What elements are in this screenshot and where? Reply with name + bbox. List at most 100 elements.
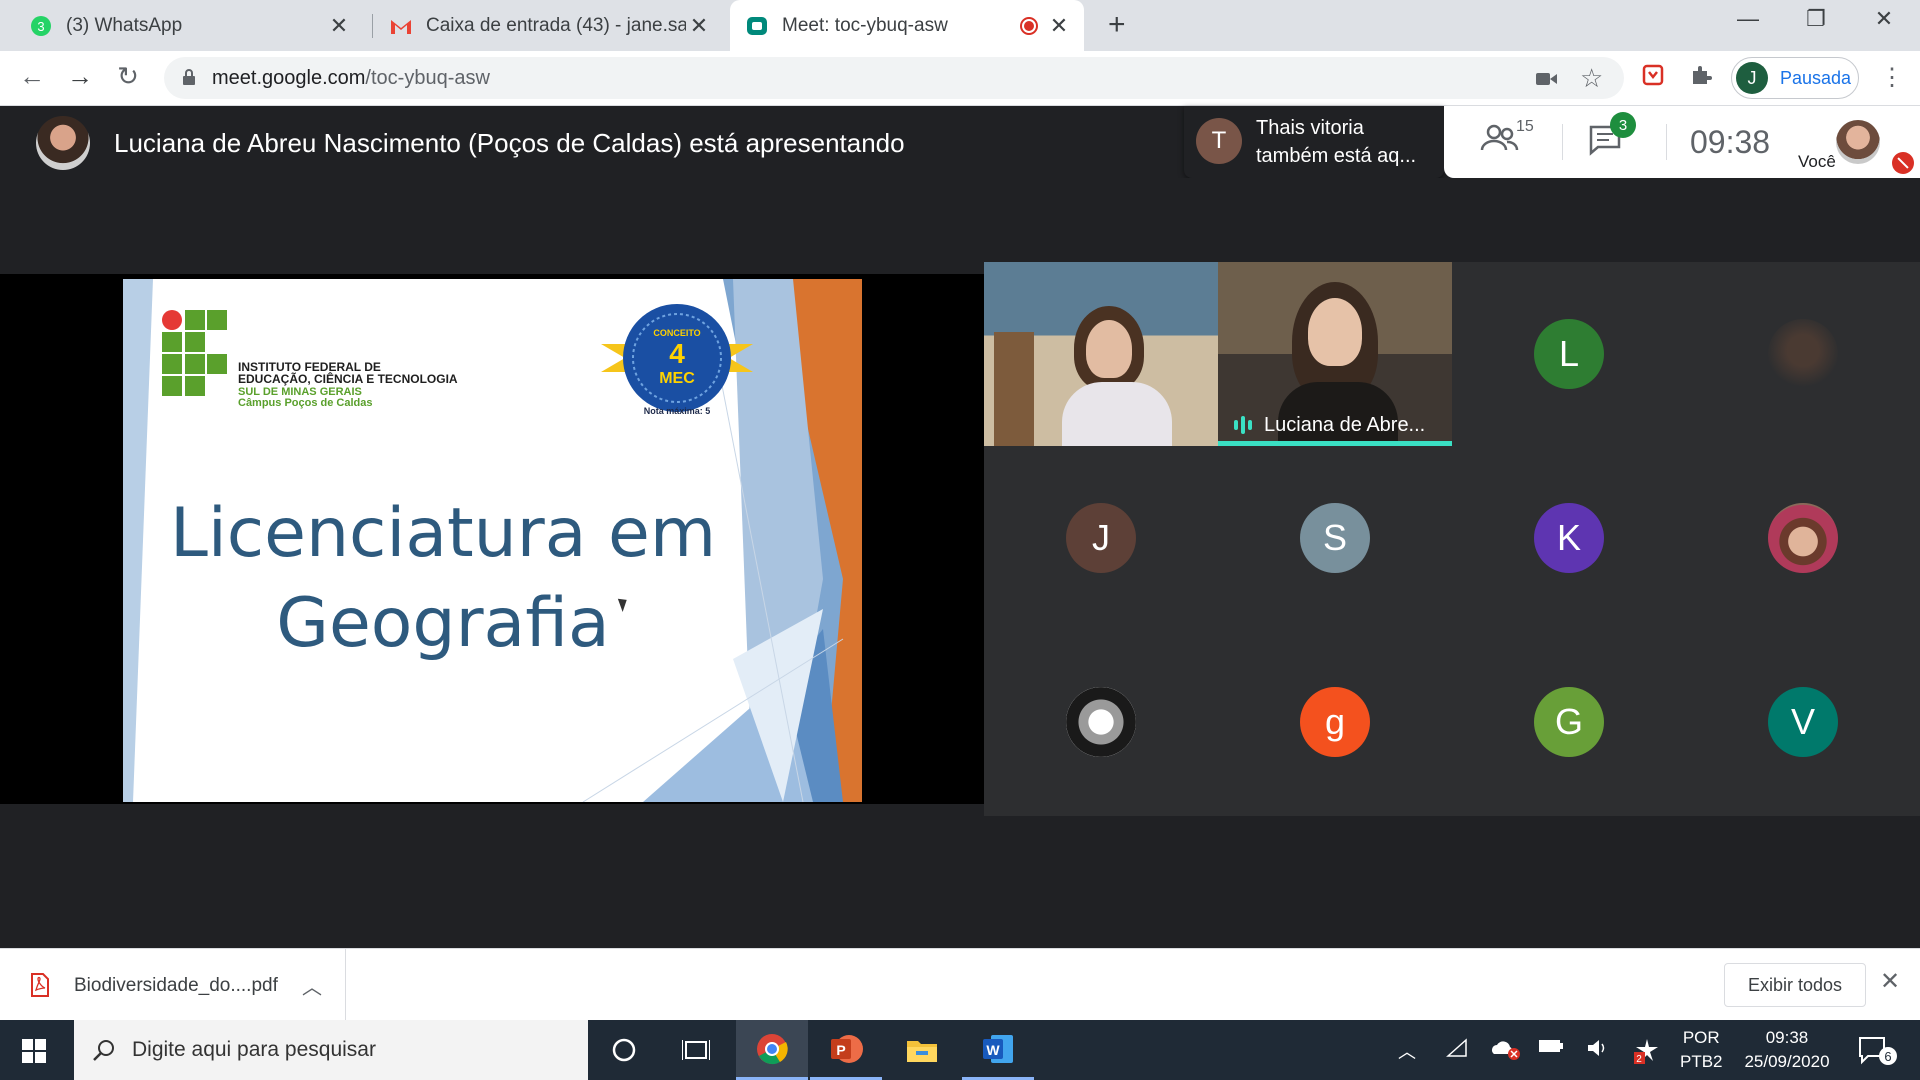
meet-header: Luciana de Abreu Nascimento (Poços de Ca… (0, 106, 1920, 178)
pdf-file-icon (30, 973, 50, 997)
tab-title: Meet: toc-ybuq-asw (782, 14, 948, 36)
show-all-downloads-button[interactable]: Exibir todos (1724, 963, 1866, 1007)
address-bar[interactable]: meet.google.com/toc-ybuq-asw ☆ (164, 57, 1624, 99)
close-window-button[interactable]: ✕ (1854, 6, 1914, 32)
participant-tile[interactable]: g (1218, 630, 1452, 814)
presentation-frame: INSTITUTO FEDERAL DE EDUCAÇÃO, CIÊNCIA E… (0, 274, 984, 804)
close-tab-icon[interactable]: ✕ (326, 13, 352, 39)
participant-photo-avatar (1768, 319, 1838, 389)
cortana-icon[interactable] (588, 1020, 660, 1080)
volume-icon[interactable] (1586, 1038, 1610, 1063)
task-view-icon[interactable] (660, 1020, 732, 1080)
whatsapp-icon: 3 (30, 15, 52, 37)
participant-avatar: L (1534, 319, 1604, 389)
participant-tile[interactable]: G (1452, 630, 1686, 814)
participant-avatar: S (1300, 503, 1370, 573)
participant-avatar: K (1534, 503, 1604, 573)
profile-status: Pausada (1780, 67, 1852, 88)
tab-title: (3) WhatsApp (66, 14, 183, 36)
download-file-name: Biodiversidade_do....pdf (74, 975, 278, 996)
participant-video-tile[interactable] (984, 262, 1218, 446)
svg-text:3: 3 (37, 19, 44, 34)
profile-avatar: J (1736, 62, 1768, 94)
tab-divider (372, 14, 373, 38)
powerpoint-taskbar-icon[interactable]: P (810, 1020, 882, 1080)
participant-tile[interactable]: J (984, 446, 1218, 630)
notification-text: Thais vitoria também está aq... (1256, 117, 1417, 167)
download-bar: Biodiversidade_do....pdf ︿ Exibir todos … (0, 948, 1920, 1021)
gmail-icon (390, 15, 412, 37)
participant-avatar: J (1066, 503, 1136, 573)
tab-gmail[interactable]: Caixa de entrada (43) - jane.sanc ✕ (374, 0, 724, 51)
slide-title: Licenciatura em Geografia (169, 494, 717, 663)
extensions-puzzle-icon[interactable] (1690, 64, 1712, 91)
meet-icon (746, 15, 768, 37)
chat-badge: 3 (1610, 112, 1636, 138)
input-language[interactable]: POR PTB2 (1680, 1026, 1723, 1074)
chat-button[interactable]: 3 (1588, 112, 1636, 161)
participant-tile[interactable] (1686, 262, 1920, 446)
participant-tile[interactable] (1686, 446, 1920, 630)
windows-start-icon[interactable] (22, 1039, 46, 1063)
profile-button[interactable]: J Pausada (1731, 57, 1859, 99)
forward-button[interactable]: → (62, 61, 98, 92)
url-text: meet.google.com/toc-ybuq-asw (212, 67, 490, 89)
browser-toolbar: ← → ↻ meet.google.com/toc-ybuq-asw ☆ J P… (0, 51, 1920, 106)
extension-icon[interactable] (1642, 64, 1664, 91)
people-icon (1480, 124, 1519, 151)
close-download-bar-icon[interactable]: ✕ (1880, 967, 1900, 996)
wifi-icon[interactable] (1446, 1038, 1468, 1063)
camera-icon[interactable] (1536, 67, 1558, 93)
word-taskbar-icon[interactable]: W (962, 1020, 1034, 1080)
taskbar-search[interactable]: Digite aqui para pesquisar (74, 1020, 588, 1080)
presentation-slide: INSTITUTO FEDERAL DE EDUCAÇÃO, CIÊNCIA E… (123, 279, 862, 802)
recording-icon (1020, 16, 1038, 35)
chrome-taskbar-icon[interactable] (736, 1020, 808, 1080)
participant-body (1062, 382, 1172, 446)
participant-avatar: g (1300, 687, 1370, 757)
divider (1666, 124, 1667, 160)
close-tab-icon[interactable]: ✕ (686, 13, 712, 39)
mec-seal: CONCEITO 4 MEC Nota máxima: 5 (601, 294, 753, 434)
notification-center-icon[interactable]: 6 (1858, 1036, 1898, 1066)
chevron-up-icon[interactable]: ︿ (1398, 1038, 1416, 1064)
self-avatar[interactable] (1836, 120, 1880, 164)
file-explorer-taskbar-icon[interactable] (886, 1020, 958, 1080)
bookshelf (994, 332, 1034, 446)
participant-face (1086, 320, 1132, 378)
bookmark-star-icon[interactable]: ☆ (1580, 63, 1603, 94)
participant-video-tile[interactable]: Luciana de Abre... (1218, 262, 1452, 446)
tab-meet[interactable]: Meet: toc-ybuq-asw ✕ (730, 0, 1084, 51)
reload-button[interactable]: ↻ (110, 61, 146, 92)
chevron-up-icon[interactable]: ︿ (302, 971, 322, 1000)
participant-tile[interactable] (984, 630, 1218, 814)
browser-menu-icon[interactable]: ⋮ (1880, 63, 1904, 92)
tab-title: Caixa de entrada (43) - jane.sanc (426, 14, 686, 36)
svg-text:W: W (986, 1042, 1000, 1058)
antivirus-icon[interactable]: 2 (1634, 1038, 1660, 1069)
tab-whatsapp[interactable]: 3 (3) WhatsApp ✕ (14, 0, 364, 51)
close-tab-icon[interactable]: ✕ (1046, 13, 1072, 39)
download-item[interactable]: Biodiversidade_do....pdf ︿ (0, 949, 346, 1021)
battery-icon[interactable] (1538, 1038, 1564, 1059)
participant-face (1308, 298, 1362, 366)
restore-button[interactable]: ❐ (1786, 6, 1846, 32)
notification-avatar: T (1196, 118, 1242, 164)
lock-icon[interactable] (182, 68, 196, 86)
participant-tile[interactable]: V (1686, 630, 1920, 814)
system-clock[interactable]: 09:38 25/09/2020 (1732, 1026, 1842, 1074)
svg-text:P: P (836, 1042, 845, 1058)
campus-name: SUL DE MINAS GERAIS Câmpus Poços de Cald… (238, 386, 373, 409)
participant-tile[interactable]: S (1218, 446, 1452, 630)
onedrive-error-icon[interactable] (1490, 1038, 1520, 1065)
join-notification: T Thais vitoria também está aq... (1184, 106, 1444, 178)
minimize-button[interactable]: — (1718, 6, 1778, 32)
participant-tile[interactable]: K (1452, 446, 1686, 630)
browser-tab-strip: 3 (3) WhatsApp ✕ Caixa de entrada (43) -… (0, 0, 1920, 51)
back-button[interactable]: ← (14, 61, 50, 92)
participants-button[interactable]: 15 (1480, 118, 1534, 159)
participant-tile[interactable]: L (1452, 262, 1686, 446)
meet-info-panel: 15 3 09:38 Você (1444, 106, 1920, 178)
if-logo (162, 310, 227, 396)
new-tab-button[interactable]: + (1108, 8, 1126, 42)
